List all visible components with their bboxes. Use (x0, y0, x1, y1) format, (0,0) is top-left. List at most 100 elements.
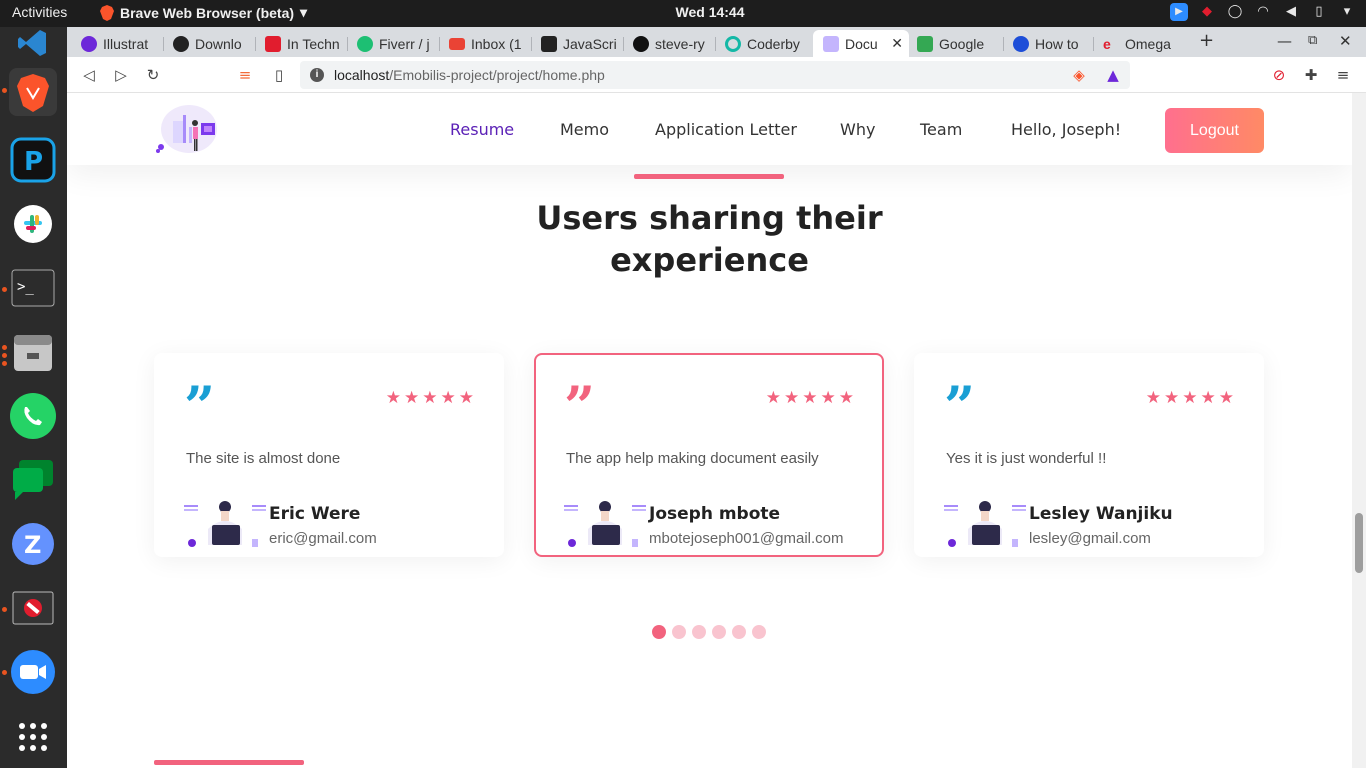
tab-label: Fiverr / j (379, 35, 430, 52)
nav-team[interactable]: Team (920, 120, 962, 139)
svg-text:P: P (24, 147, 43, 177)
testimonial-card[interactable]: ” ★ ★ ★ ★ ★ Yes it is just wonderful !! Lesl… (914, 353, 1264, 557)
tray-icon[interactable]: ◆ (1198, 3, 1216, 21)
star-icon: ★ (1200, 388, 1216, 408)
carousel-dot[interactable] (692, 625, 706, 639)
dock-running-indicator (2, 88, 7, 93)
tab-label: How to (1035, 35, 1079, 52)
user-greeting: Hello, Joseph! (1011, 120, 1122, 139)
close-tab-icon[interactable]: ✕ (891, 35, 903, 52)
tab-strip: Illustrat Downlo In Techn Fiverr / j Inb… (67, 27, 1366, 57)
browser-tab[interactable]: How to (1003, 30, 1093, 57)
blocked-app-dock-icon[interactable] (9, 584, 57, 632)
terminal-dock-icon[interactable]: >_ (9, 264, 57, 312)
vscode-dock-icon[interactable] (9, 19, 57, 67)
forward-button[interactable]: ▷ (111, 65, 131, 85)
testimonial-card-featured[interactable]: ” ★ ★ ★ ★ ★ The app help making document eas… (534, 353, 884, 557)
files-dock-icon[interactable] (9, 328, 57, 376)
testimonial-name: Lesley Wanjiku (1029, 504, 1173, 524)
restore-window-button[interactable]: ⧉ (1308, 33, 1317, 48)
wifi-icon[interactable]: ◠ (1254, 3, 1272, 21)
menu-icon[interactable]: ≡ (1333, 65, 1353, 85)
browser-tab-active[interactable]: Docu ✕ (813, 30, 909, 57)
bookmark-icon[interactable]: ▯ (269, 65, 289, 85)
browser-tab[interactable]: JavaScri (531, 30, 623, 57)
site-logo[interactable] (153, 103, 223, 157)
close-window-button[interactable]: ✕ (1339, 32, 1352, 50)
activities-button[interactable]: Activities (12, 4, 67, 20)
minimize-window-button[interactable]: — (1277, 32, 1292, 50)
carousel-dot[interactable] (712, 625, 726, 639)
tab-favicon-icon (1013, 35, 1029, 52)
browser-tab[interactable]: Google (907, 30, 1003, 57)
reload-button[interactable]: ↻ (143, 65, 163, 85)
star-icon: ★ (1145, 388, 1161, 408)
zoom-tray-icon[interactable]: ▶ (1170, 3, 1188, 21)
power-menu-icon[interactable]: ▾ (1338, 3, 1356, 21)
site-info-icon[interactable]: i (310, 68, 324, 82)
system-tray[interactable]: ▶ ◆ ◯ ◠ ◀ ▯ ▾ (1170, 3, 1356, 21)
volume-icon[interactable]: ◀ (1282, 3, 1300, 21)
carousel-dot-active[interactable] (652, 625, 666, 639)
dock-running-indicator (2, 607, 7, 612)
extension-icon[interactable]: ⊘ (1269, 65, 1289, 85)
nav-memo[interactable]: Memo (560, 120, 609, 139)
brave-dock-icon[interactable] (9, 68, 57, 116)
brave-shields-icon[interactable]: ◈ (1069, 65, 1089, 85)
tab-label: Docu (845, 35, 878, 52)
whatsapp-dock-icon[interactable] (9, 392, 57, 440)
rating-stars: ★ ★ ★ ★ ★ (1146, 390, 1234, 407)
browser-tab[interactable]: Illustrat (71, 30, 161, 57)
svg-text:>_: >_ (17, 279, 34, 295)
browser-tab[interactable]: Downlo (163, 30, 255, 57)
slack-dock-icon[interactable] (9, 200, 57, 248)
google-chat-dock-icon[interactable] (9, 456, 57, 504)
app-menu[interactable]: Brave Web Browser (beta) ▾ (100, 4, 307, 21)
scrollbar-thumb[interactable] (1355, 513, 1363, 573)
tab-label: In Techn (287, 35, 340, 52)
back-button[interactable]: ◁ (79, 65, 99, 85)
address-bar[interactable]: i localhost/Emobilis-project/project/hom… (300, 61, 1130, 89)
battery-icon[interactable]: ▯ (1310, 3, 1328, 21)
dock-running-indicator (2, 345, 7, 350)
nav-why[interactable]: Why (840, 120, 875, 139)
browser-tab[interactable]: In Techn (255, 30, 347, 57)
star-icon: ★ (1182, 388, 1198, 408)
nav-application-letter[interactable]: Application Letter (655, 120, 797, 139)
tab-label: Downlo (195, 35, 242, 52)
page-scrollbar[interactable] (1352, 93, 1366, 768)
show-applications-icon[interactable] (9, 713, 57, 761)
whatsapp-tray-icon[interactable]: ◯ (1226, 3, 1244, 21)
quote-icon: ” (564, 374, 596, 438)
star-icon: ★ (802, 388, 818, 408)
pcloud-dock-icon[interactable]: P (9, 136, 57, 184)
carousel-pagination (652, 625, 766, 639)
url-path: /Emobilis-project/project/home.php (389, 67, 605, 83)
star-icon: ★ (784, 388, 800, 408)
carousel-dot[interactable] (672, 625, 686, 639)
browser-tab[interactable]: Inbox (1 (439, 30, 531, 57)
browser-tab[interactable]: Fiverr / j (347, 30, 439, 57)
tab-label: Omega (1125, 35, 1171, 52)
testimonial-text: Yes it is just wonderful !! (946, 450, 1107, 467)
star-icon: ★ (1218, 388, 1234, 408)
browser-tab[interactable]: steve-ry (623, 30, 715, 57)
brave-rewards-icon[interactable]: ▲ (1103, 65, 1123, 85)
star-icon: ★ (440, 388, 456, 408)
reader-mode-icon[interactable]: ≡ (235, 65, 255, 85)
browser-tab[interactable]: e Omega (1093, 30, 1183, 57)
zulip-dock-icon[interactable]: Z (9, 520, 57, 568)
browser-tab[interactable]: Coderby (715, 30, 807, 57)
zoom-dock-icon[interactable] (9, 648, 57, 696)
dock-running-indicator (2, 670, 7, 675)
testimonial-email: lesley@gmail.com (1029, 530, 1151, 547)
nav-resume[interactable]: Resume (450, 120, 514, 139)
new-tab-button[interactable]: + (1199, 30, 1214, 51)
testimonial-card[interactable]: ” ★ ★ ★ ★ ★ The site is almost done Eric Wer… (154, 353, 504, 557)
tab-favicon-icon (265, 35, 281, 52)
extensions-puzzle-icon[interactable]: ✚ (1301, 65, 1321, 85)
carousel-dot[interactable] (752, 625, 766, 639)
logout-button[interactable]: Logout (1165, 108, 1264, 153)
carousel-dot[interactable] (732, 625, 746, 639)
clock[interactable]: Wed 14:44 (640, 4, 780, 20)
